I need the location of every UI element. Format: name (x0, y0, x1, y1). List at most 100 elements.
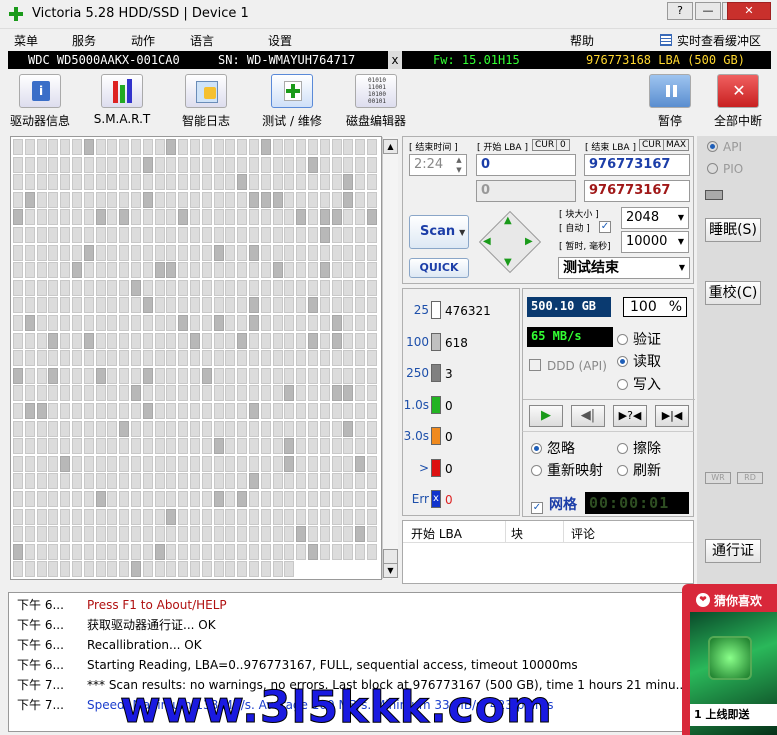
action-remap[interactable]: 重新映射 (531, 460, 603, 480)
start-lba-input[interactable]: 0 (476, 154, 576, 176)
scroll-up-icon[interactable]: ▲ (383, 139, 398, 154)
scan-block (190, 367, 200, 384)
scan-block (154, 297, 165, 314)
scan-block (119, 491, 130, 507)
scan-block (95, 332, 106, 349)
scan-mode-select[interactable]: 测试结束 ▼ (558, 257, 690, 279)
start-cur-button[interactable]: CUR (532, 139, 558, 151)
scan-block (190, 455, 200, 472)
col-start-lba[interactable]: 开始 LBA (411, 525, 462, 542)
scan-block (343, 209, 354, 226)
api-option[interactable]: API (707, 140, 742, 154)
menu-help[interactable]: 帮助 (570, 32, 594, 49)
disk-editor-button[interactable]: 01010 11001 10100 00101 磁盘编辑器 (336, 74, 416, 132)
mode-read[interactable]: 读取 (617, 351, 661, 371)
end-cur-button[interactable]: CUR (639, 139, 665, 151)
step-back-button[interactable]: ▶?◀ (613, 405, 647, 427)
auto-checkbox[interactable]: ✓ (599, 221, 611, 233)
scan-block (13, 139, 23, 155)
stop-all-button[interactable]: ✕ 全部中断 (698, 74, 777, 132)
scan-block (83, 156, 94, 173)
ad-popup[interactable]: ❤ 猜你喜欢 1 上线即送 (682, 584, 777, 735)
scan-block (284, 455, 295, 472)
scan-block (119, 403, 130, 419)
menu-language[interactable]: 语言 (190, 32, 214, 49)
rewind-button[interactable]: ◀| (571, 405, 605, 427)
scan-block (308, 543, 318, 560)
menu-action[interactable]: 动作 (131, 32, 155, 49)
action-erase[interactable]: 擦除 (617, 438, 661, 458)
scan-block (178, 508, 189, 525)
end-max-button[interactable]: MAX (663, 139, 690, 151)
passport-button[interactable]: 通行证 (705, 539, 761, 563)
scroll-thumb[interactable] (383, 549, 398, 564)
arrow-down-icon[interactable]: ▼ (504, 257, 512, 268)
smart-button[interactable]: S.M.A.R.T (82, 74, 162, 132)
arrow-left-icon[interactable]: ◀ (483, 236, 491, 247)
scroll-down-icon[interactable]: ▼ (383, 563, 398, 578)
mode-write[interactable]: 写入 (617, 374, 661, 394)
quick-button[interactable]: QUICK (409, 258, 469, 278)
scan-block (190, 385, 200, 402)
scan-block (237, 227, 248, 243)
scan-block (201, 156, 212, 173)
scan-block (284, 526, 295, 543)
arrow-up-icon[interactable]: ▲ (504, 215, 512, 226)
scan-block (260, 209, 271, 226)
direction-pad[interactable]: ▲ ▼ ◀ ▶ (477, 209, 543, 275)
scan-block (142, 455, 153, 472)
end-lba-input[interactable]: 976773167 (584, 154, 690, 176)
scan-block (319, 244, 330, 261)
menu-main[interactable]: 菜单 (14, 32, 38, 49)
latency-color-swatch (431, 301, 441, 319)
action-ignore[interactable]: 忽略 (531, 438, 575, 458)
arrow-right-icon[interactable]: ▶ (525, 236, 533, 247)
menu-settings[interactable]: 设置 (268, 32, 292, 49)
sleep-button[interactable]: 睡眠(S) (705, 218, 761, 242)
ad-image[interactable]: 1 上线即送 (690, 612, 777, 735)
scan-block (260, 561, 271, 578)
scan-block (190, 420, 200, 437)
scan-block (13, 508, 23, 525)
end-button[interactable]: ▶|◀ (655, 405, 689, 427)
scan-button[interactable]: Scan ▼ (409, 215, 469, 249)
mode-verify[interactable]: 验证 (617, 329, 661, 349)
col-block[interactable]: 块 (511, 525, 523, 542)
minimize-button[interactable]: — (695, 2, 721, 20)
scan-block (343, 508, 354, 525)
test-repair-button[interactable]: 测试 / 维修 (252, 74, 332, 132)
scan-block (237, 508, 248, 525)
time-spinner-icon[interactable]: ▲ ▼ (453, 155, 465, 175)
scan-block (154, 244, 165, 261)
ddd-api-option[interactable]: DDD (API) (529, 359, 607, 373)
scan-block (331, 420, 342, 437)
play-button[interactable]: ▶ (529, 405, 563, 427)
help-button[interactable]: ? (667, 2, 693, 20)
recalibrate-button[interactable]: 重校(C) (705, 281, 761, 305)
action-refresh[interactable]: 刷新 (617, 460, 661, 480)
scan-block (260, 420, 271, 437)
start-zero-button[interactable]: 0 (556, 139, 570, 151)
scan-block (107, 385, 118, 402)
pio-option[interactable]: PIO (707, 162, 743, 176)
scan-block (166, 139, 177, 155)
scan-block (107, 526, 118, 543)
menu-service[interactable]: 服务 (72, 32, 96, 49)
smart-log-button[interactable]: 智能日志 (166, 74, 246, 132)
grid-toggle[interactable]: ✓ 网格 (531, 494, 577, 514)
scan-block (249, 526, 259, 543)
grid-scrollbar[interactable]: ▲ ▼ (382, 137, 398, 579)
col-comment[interactable]: 评论 (571, 525, 595, 542)
scan-block (284, 262, 295, 279)
close-button[interactable]: ✕ (727, 2, 771, 20)
menu-realtime-buffer[interactable]: 实时查看缓冲区 (677, 32, 761, 49)
pio-radio (707, 163, 718, 174)
scan-block (343, 455, 354, 472)
block-size-select[interactable]: 2048 ▼ (621, 207, 689, 229)
scan-block (119, 279, 130, 296)
scan-block (142, 174, 153, 191)
info-close-icon[interactable]: x (388, 51, 402, 69)
timeout-select[interactable]: 10000 ▼ (621, 231, 689, 253)
scan-block (201, 543, 212, 560)
drive-info-button[interactable]: i 驱动器信息 (0, 74, 80, 132)
